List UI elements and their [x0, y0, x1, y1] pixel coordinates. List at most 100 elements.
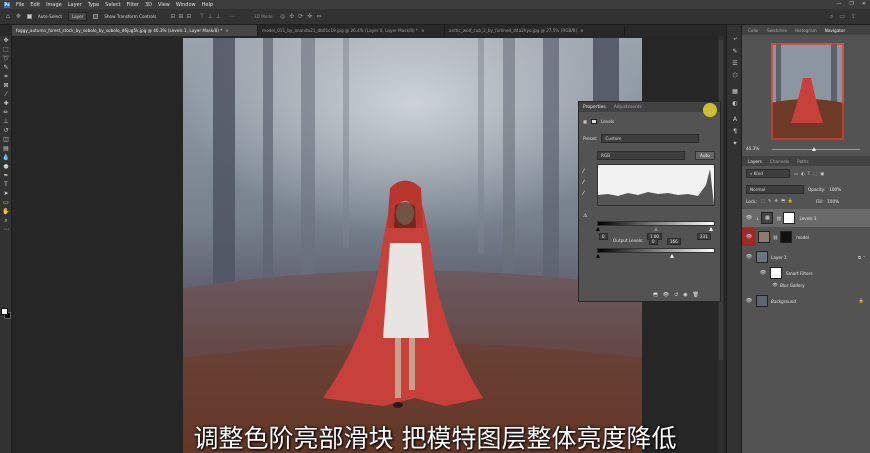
- smart-filter-mask-thumb[interactable]: [770, 267, 782, 279]
- toggle-visibility-icon[interactable]: ◉: [683, 292, 687, 298]
- glyphs-icon[interactable]: ✦: [727, 137, 743, 149]
- close-button[interactable]: ✕: [862, 1, 866, 7]
- filter-type-icons[interactable]: ▭◐T⬚▣: [794, 171, 827, 176]
- close-tab-icon[interactable]: ×: [580, 28, 584, 33]
- menu-type[interactable]: Type: [88, 2, 99, 8]
- close-tab-icon[interactable]: ×: [421, 28, 425, 33]
- eraser-tool-icon[interactable]: ◫: [0, 135, 12, 144]
- auto-button[interactable]: Auto: [695, 151, 715, 160]
- hand-tool-icon[interactable]: ✋: [0, 207, 12, 216]
- navigator-zoom-value[interactable]: 40.3%: [746, 146, 759, 151]
- output-black-field[interactable]: 0: [649, 238, 658, 245]
- more-tools-icon[interactable]: ⋯: [0, 225, 12, 234]
- input-white-slider[interactable]: [709, 227, 713, 231]
- adjustments-icon[interactable]: ☰: [727, 57, 743, 69]
- layer-mask-thumb[interactable]: [780, 231, 793, 243]
- blend-mode-dropdown[interactable]: Normal: [746, 185, 804, 194]
- minimize-button[interactable]: —: [836, 1, 841, 7]
- styles-icon[interactable]: ◐: [727, 97, 743, 109]
- menu-3d[interactable]: 3D: [145, 2, 152, 8]
- 3d-mode-icons[interactable]: ◎✣⟳✜⇔: [280, 13, 325, 20]
- brush-settings-icon[interactable]: ✎: [727, 45, 743, 57]
- clipping-warning-icon[interactable]: ⚠: [583, 213, 587, 219]
- layer-name[interactable]: Smart Filters: [786, 271, 813, 276]
- menu-view[interactable]: View: [158, 2, 170, 8]
- menu-window[interactable]: Window: [176, 2, 196, 8]
- visibility-eye-icon[interactable]: 👁: [770, 282, 780, 288]
- crop-tool-icon[interactable]: ⌗: [0, 72, 12, 81]
- opacity-value[interactable]: 100%: [829, 187, 841, 192]
- visibility-eye-icon[interactable]: 👁: [742, 298, 756, 304]
- menu-help[interactable]: Help: [202, 2, 213, 8]
- channel-dropdown[interactable]: RGB: [597, 151, 685, 160]
- align-icons[interactable]: ⊟⊞⊟ ⊤⊥⊥ ⋯: [170, 13, 238, 20]
- rectangle-tool-icon[interactable]: ▭: [0, 198, 12, 207]
- history-icon[interactable]: ⤶: [727, 33, 743, 45]
- doc-tab-model[interactable]: model_011_by_ananda21_db01c19.jpg @ 26.4…: [258, 25, 445, 36]
- tab-navigator[interactable]: Navigator: [825, 28, 846, 33]
- blur-tool-icon[interactable]: 💧: [0, 153, 12, 162]
- fill-value[interactable]: 100%: [827, 199, 839, 204]
- type-tool-icon[interactable]: T: [0, 180, 12, 189]
- tab-properties[interactable]: Properties: [583, 105, 606, 110]
- doc-tab-forest[interactable]: foggy_autumn_forest_stock_by_sobolo_by_s…: [12, 25, 258, 36]
- zoom-slider-knob[interactable]: [812, 147, 816, 151]
- input-black-slider[interactable]: [596, 227, 600, 231]
- layer-name[interactable]: Blur Gallery: [780, 283, 805, 288]
- color-swatches[interactable]: [0, 307, 12, 321]
- menu-edit[interactable]: Edit: [30, 2, 40, 8]
- visibility-eye-icon[interactable]: 👁: [742, 215, 756, 221]
- tab-paths[interactable]: Paths: [797, 159, 808, 164]
- marquee-tool-icon[interactable]: ⬚: [0, 45, 12, 54]
- tab-histogram[interactable]: Histogram: [795, 28, 817, 33]
- tab-swatches[interactable]: Swatches: [767, 28, 787, 33]
- maximize-button[interactable]: ❐: [849, 1, 853, 7]
- visibility-eye-icon[interactable]: 👁: [742, 228, 756, 246]
- layer-row-levels[interactable]: 👁 ↓ ▦ ⛓ Levels 1: [742, 209, 870, 227]
- move-tool-icon[interactable]: ✥: [16, 13, 21, 20]
- menu-layer[interactable]: Layer: [68, 2, 82, 8]
- delete-icon[interactable]: 🗑: [693, 292, 699, 298]
- transform-controls-checkbox[interactable]: [93, 14, 99, 19]
- visibility-eye-icon[interactable]: 👁: [742, 254, 756, 260]
- layer-row-blur-gallery[interactable]: 👁 Blur Gallery: [742, 280, 870, 290]
- menu-file[interactable]: File: [16, 2, 24, 8]
- input-white-field[interactable]: 231: [697, 233, 711, 240]
- close-tab-icon[interactable]: ×: [225, 28, 229, 33]
- menu-filter[interactable]: Filter: [127, 2, 139, 8]
- layer-row-layer1[interactable]: 👁 Layer 1 ⧉ ⌃: [742, 248, 870, 266]
- input-black-field[interactable]: 0: [599, 233, 608, 240]
- layer-name[interactable]: Background: [771, 299, 796, 304]
- eyedropper-tool-icon[interactable]: ⁄: [0, 90, 12, 99]
- layer-name[interactable]: Levels 1: [799, 216, 816, 221]
- path-selection-tool-icon[interactable]: ➤: [0, 189, 12, 198]
- reset-icon[interactable]: ↺: [674, 292, 678, 298]
- layer-mask-icon[interactable]: [590, 119, 597, 124]
- lasso-tool-icon[interactable]: ➰: [0, 54, 12, 63]
- gradient-tool-icon[interactable]: ▤: [0, 144, 12, 153]
- tab-color[interactable]: Color: [748, 28, 759, 33]
- clip-to-layer-icon[interactable]: ⬒: [653, 292, 658, 298]
- input-gamma-slider[interactable]: [654, 227, 658, 231]
- document-canvas[interactable]: [183, 38, 642, 453]
- clone-stamp-tool-icon[interactable]: ⊥: [0, 117, 12, 126]
- tab-channels[interactable]: Channels: [770, 159, 789, 164]
- navigator-zoom-slider[interactable]: [772, 147, 860, 151]
- output-white-field[interactable]: 166: [667, 238, 681, 245]
- gray-point-eyedropper-icon[interactable]: ⁄: [583, 177, 584, 188]
- properties-icon[interactable]: ▦: [727, 85, 743, 97]
- layer-name[interactable]: model: [796, 235, 809, 240]
- foreground-color-swatch[interactable]: [1, 308, 8, 315]
- 3d-icon[interactable]: ⬡: [727, 69, 743, 81]
- layer-row-smart-filters[interactable]: 👁 Smart Filters: [742, 266, 870, 280]
- auto-select-checkbox[interactable]: [26, 14, 32, 19]
- frame-tool-icon[interactable]: ⊠: [0, 81, 12, 90]
- white-point-eyedropper-icon[interactable]: ⁄: [583, 188, 584, 199]
- tab-layers[interactable]: Layers: [748, 159, 762, 164]
- pen-tool-icon[interactable]: ✒: [0, 171, 12, 180]
- view-previous-icon[interactable]: 👁: [663, 292, 669, 298]
- layer-row-background[interactable]: 👁 Background 🔒: [742, 292, 870, 310]
- home-icon[interactable]: ⌂: [6, 13, 10, 20]
- auto-select-target-dropdown[interactable]: Layer: [68, 12, 88, 21]
- doc-tab-wolf[interactable]: arctic_wolf_cub_2_by_furlined_d4a2hyo.jp…: [445, 25, 625, 36]
